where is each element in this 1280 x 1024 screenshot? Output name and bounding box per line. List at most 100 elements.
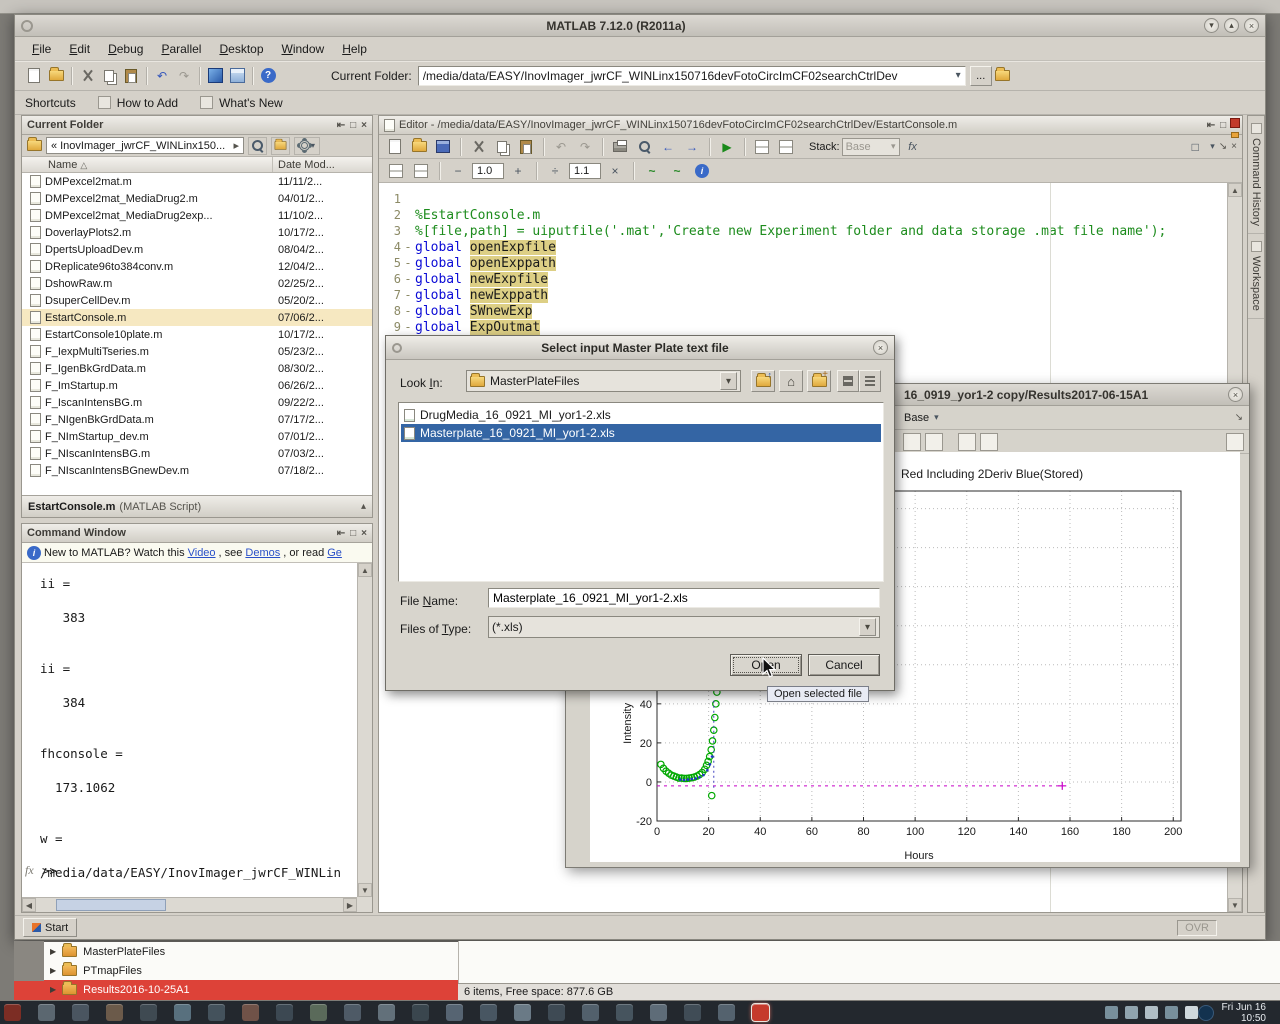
minimize-button[interactable]: ▾ xyxy=(1204,18,1219,33)
start-button[interactable]: Start xyxy=(23,918,77,937)
dock-icon[interactable]: ⇤ xyxy=(337,120,345,131)
taskbar-icon[interactable] xyxy=(242,1004,259,1021)
cancel-button[interactable]: Cancel xyxy=(808,654,880,676)
scroll-down-icon[interactable]: ▼ xyxy=(358,883,372,897)
grid-view-button[interactable] xyxy=(837,370,859,392)
tray-icon[interactable] xyxy=(1165,1006,1178,1019)
scroll-up-icon[interactable]: ▲ xyxy=(358,563,372,577)
column-date[interactable]: Date Mod... xyxy=(278,159,335,171)
file-row[interactable]: DReplicate96to384conv.m12/04/2... xyxy=(22,258,372,275)
chevron-down-icon[interactable]: ▾ xyxy=(859,618,876,636)
redo-button[interactable]: ↷ xyxy=(173,65,195,87)
console-vertical-scrollbar[interactable]: ▲ ▼ xyxy=(357,563,372,897)
taskbar-icon[interactable] xyxy=(412,1004,429,1021)
dock-icon[interactable]: ⇤ xyxy=(337,528,345,539)
new-folder-button[interactable]: + xyxy=(807,370,831,392)
chevron-down-icon[interactable]: ▾ xyxy=(1210,142,1215,151)
tab-workspace[interactable]: Workspace xyxy=(1248,234,1264,319)
fx-button[interactable]: fx xyxy=(902,136,924,158)
taskbar-icon[interactable] xyxy=(480,1004,497,1021)
dock-icon[interactable]: ⇤ xyxy=(1207,120,1215,131)
window-menu-icon[interactable] xyxy=(21,20,33,32)
figure-close-button[interactable]: × xyxy=(1228,387,1243,402)
video-link[interactable]: Video xyxy=(188,547,216,559)
getting-started-link[interactable]: Ge xyxy=(327,547,342,559)
figure-stack-combo[interactable]: Base ▾ xyxy=(904,412,939,424)
expander-icon[interactable]: ▶ xyxy=(50,966,56,975)
console-output[interactable]: ii = 383 ii = 384 fhconsole = 173.1062 w… xyxy=(22,563,357,897)
file-row[interactable]: F_NIscanIntensBGnewDev.m07/18/2... xyxy=(22,462,372,479)
dialog-file-list[interactable]: DrugMedia_16_0921_MI_yor1-2.xlsMasterpla… xyxy=(398,402,884,582)
cell-mode-button[interactable] xyxy=(751,136,773,158)
stack-combo[interactable]: Base▾ xyxy=(842,138,900,156)
cell-value-right[interactable]: 1.1 xyxy=(569,163,601,179)
close-button[interactable]: × xyxy=(1244,18,1259,33)
tab-command-history[interactable]: Command History xyxy=(1248,116,1264,234)
code-line[interactable]: 7-global newExppath xyxy=(379,287,1227,303)
help-button[interactable]: ? xyxy=(257,65,279,87)
taskbar-icon[interactable] xyxy=(548,1004,565,1021)
editor-save-button[interactable] xyxy=(432,136,454,158)
scroll-up-icon[interactable]: ▲ xyxy=(1228,183,1242,197)
go-back-button[interactable]: ← xyxy=(657,136,679,158)
new-file-button[interactable] xyxy=(23,65,45,87)
file-row[interactable]: DMPexcel2mat_MediaDrug2exp...11/10/2... xyxy=(22,207,372,224)
guide-button[interactable] xyxy=(226,65,248,87)
editor-open-button[interactable] xyxy=(408,136,430,158)
file-details-footer[interactable]: EstartConsole.m (MATLAB Script) ▴ xyxy=(22,495,372,517)
code-line[interactable]: 4-global openExpfile xyxy=(379,239,1227,255)
matlab-titlebar[interactable]: MATLAB 7.12.0 (R2011a) ▾ ▴ × xyxy=(15,15,1265,37)
taskbar-icon[interactable] xyxy=(446,1004,463,1021)
taskbar-active-icon[interactable] xyxy=(752,1004,769,1021)
menu-window[interactable]: Window xyxy=(273,39,334,59)
figure-tool-icon[interactable] xyxy=(980,433,998,451)
taskbar-icon[interactable] xyxy=(72,1004,89,1021)
tray-app-icon[interactable] xyxy=(1198,1005,1214,1021)
decrease-button[interactable]: − xyxy=(447,160,469,182)
eval-cell-button[interactable]: ~ xyxy=(641,160,663,182)
file-row[interactable]: DoverlayPlots2.m10/17/2... xyxy=(22,224,372,241)
taskbar-icon[interactable] xyxy=(310,1004,327,1021)
figure-tool-icon[interactable] xyxy=(925,433,943,451)
cut-button[interactable] xyxy=(76,65,98,87)
breadcrumb-back-icon[interactable]: « xyxy=(51,140,57,152)
menu-debug[interactable]: Debug xyxy=(99,39,152,59)
taskbar-icon[interactable] xyxy=(718,1004,735,1021)
expander-icon[interactable]: ▶ xyxy=(50,947,56,956)
undo-button[interactable]: ↶ xyxy=(151,65,173,87)
undock-editor-icon[interactable]: ↘ xyxy=(1219,141,1227,152)
multiply-button[interactable]: × xyxy=(604,160,626,182)
taskbar-icon[interactable] xyxy=(582,1004,599,1021)
file-row[interactable]: F_ImStartup.m06/26/2... xyxy=(22,377,372,394)
editor-redo-button[interactable]: ↷ xyxy=(574,136,596,158)
scrollbar-thumb[interactable] xyxy=(56,899,166,911)
command-window-header[interactable]: Command Window ⇤ □ × xyxy=(22,524,372,543)
column-name[interactable]: Name △ xyxy=(48,159,87,171)
taskbar-icon[interactable] xyxy=(4,1004,21,1021)
list-view-button[interactable] xyxy=(859,370,881,392)
dock-figure-icon[interactable]: ↘ xyxy=(1235,412,1243,423)
copy-button[interactable] xyxy=(98,65,120,87)
file-row[interactable]: DMPexcel2mat.m11/11/2... xyxy=(22,173,372,190)
file-row[interactable]: EstartConsole10plate.m10/17/2... xyxy=(22,326,372,343)
taskbar-icon[interactable] xyxy=(344,1004,361,1021)
menu-desktop[interactable]: Desktop xyxy=(210,39,272,59)
scroll-left-icon[interactable]: ◀ xyxy=(22,898,36,912)
code-line[interactable]: 3%[file,path] = uiputfile('.mat','Create… xyxy=(379,223,1227,239)
up-one-level-button[interactable]: ↑ xyxy=(751,370,775,392)
home-button[interactable]: ⌂ xyxy=(779,370,803,392)
taskbar-clock[interactable]: Fri Jun 16 10:50 xyxy=(1222,1002,1266,1024)
file-row[interactable]: DpertsUploadDev.m08/04/2... xyxy=(22,241,372,258)
figure-tool-icon[interactable] xyxy=(958,433,976,451)
taskbar-icon[interactable] xyxy=(276,1004,293,1021)
open-file-button[interactable] xyxy=(45,65,67,87)
refresh-button[interactable] xyxy=(271,137,290,155)
dialog-file-item[interactable]: DrugMedia_16_0921_MI_yor1-2.xls xyxy=(401,406,881,424)
taskbar-icon[interactable] xyxy=(174,1004,191,1021)
file-row[interactable]: EstartConsole.m07/06/2... xyxy=(22,309,372,326)
cell-value-left[interactable]: 1.0 xyxy=(472,163,504,179)
simulink-button[interactable] xyxy=(204,65,226,87)
current-folder-header[interactable]: Current Folder ⇤ □ × xyxy=(22,116,372,135)
code-line[interactable]: 1 xyxy=(379,191,1227,207)
console-horizontal-scrollbar[interactable]: ◀ ▶ xyxy=(22,897,357,912)
